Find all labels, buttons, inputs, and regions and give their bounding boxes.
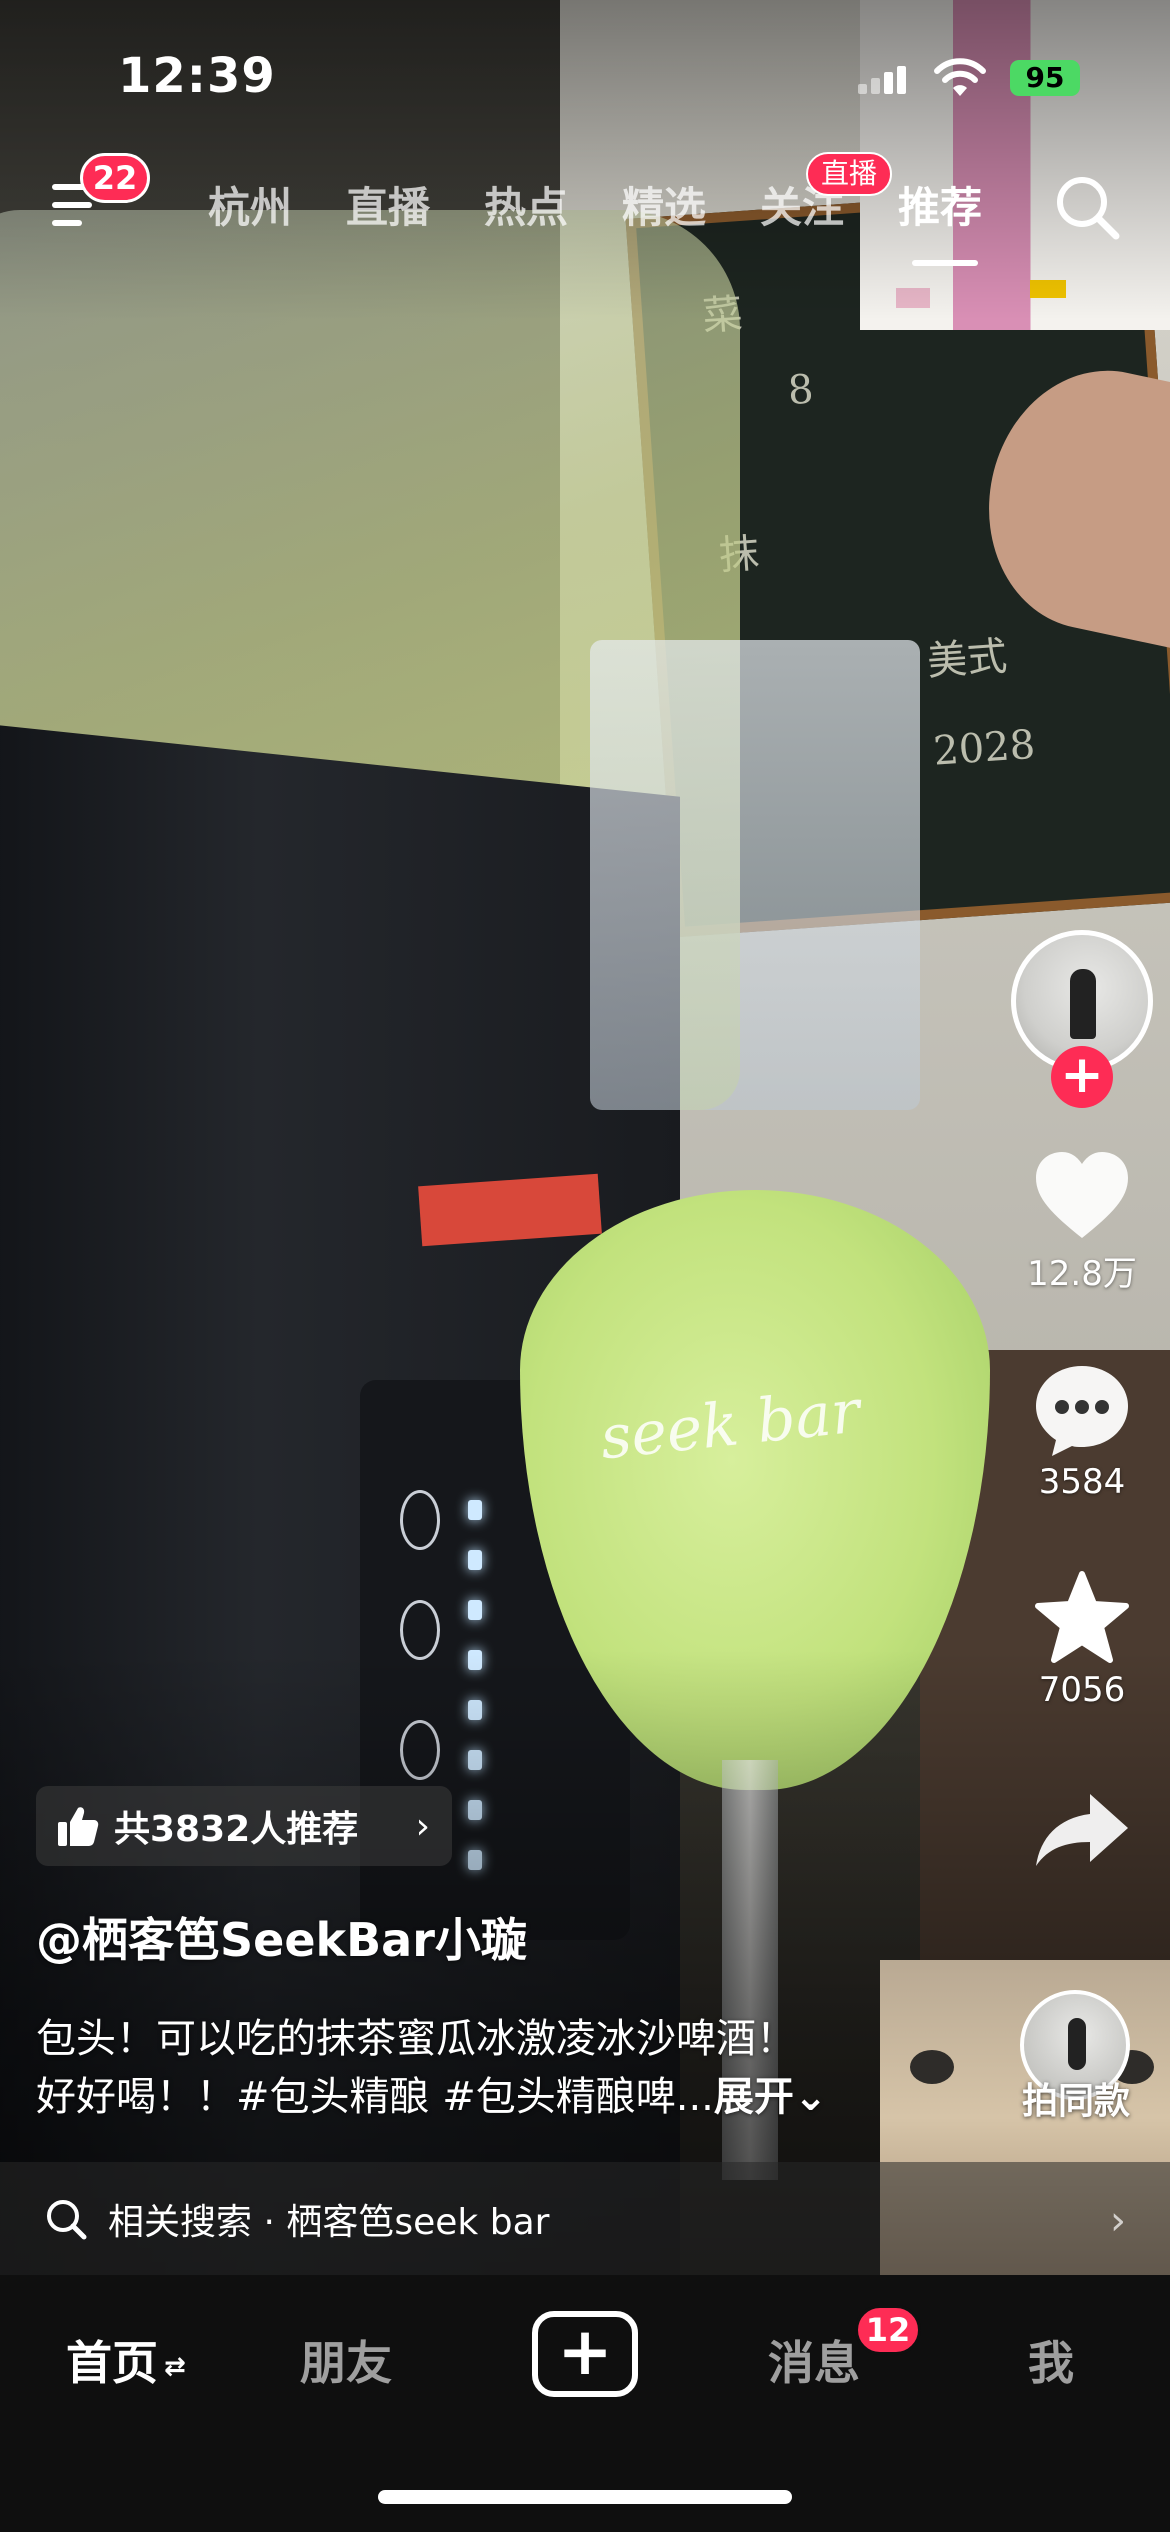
related-search-prefix: 相关搜索 [108, 2201, 253, 2243]
comment-button[interactable]: 3584 [1012, 1362, 1152, 1502]
active-tab-indicator [912, 260, 978, 266]
machine-button [400, 1490, 440, 1550]
related-search-bar[interactable]: 相关搜索 · 栖客笆seek bar › [0, 2162, 1170, 2275]
home-indicator [378, 2490, 792, 2504]
shoot-same-label: 拍同款 [1021, 2081, 1130, 2122]
battery-level: 95 [1025, 61, 1065, 94]
related-search-dot: · [263, 2201, 275, 2243]
share-icon [1036, 1794, 1128, 1866]
tab-hangzhou[interactable]: 杭州 [208, 174, 292, 235]
like-count: 12.8万 [1027, 1254, 1137, 1294]
favorite-button[interactable]: 7056 [1012, 1570, 1152, 1710]
tab-home-label: 首页 [66, 2336, 158, 2390]
comment-icon [1036, 1366, 1128, 1456]
tab-recommended[interactable]: 推荐 [898, 174, 982, 235]
tab-home[interactable]: 首页 ⇄ [66, 2327, 186, 2393]
recommend-count-text: 共3832人推荐 [114, 1809, 359, 1850]
description-line-2: 好好喝！！#包头精酿 #包头精酿啤... [36, 2074, 714, 2120]
share-button[interactable] [1012, 1790, 1152, 1870]
machine-led [468, 1600, 482, 1620]
create-button[interactable]: + [532, 2311, 638, 2397]
status-time: 12:39 [118, 48, 276, 104]
menu-notification-badge: 22 [80, 153, 150, 203]
tab-friends[interactable]: 朋友 [300, 2327, 392, 2393]
chevron-right-icon: › [415, 1806, 430, 1847]
machine-spout [590, 640, 920, 1110]
tab-messages[interactable]: 消息 [768, 2327, 860, 2393]
tab-me[interactable]: 我 [1028, 2327, 1074, 2393]
expand-link[interactable]: 展开 [714, 2074, 794, 2120]
tab-hot[interactable]: 热点 [484, 174, 568, 235]
like-button[interactable]: 12.8万 [1012, 1150, 1152, 1295]
status-bar: 12:39 95 [0, 0, 1170, 150]
search-icon [47, 2199, 87, 2239]
recommend-pill[interactable]: 共3832人推荐 › [36, 1786, 452, 1866]
comment-count: 3584 [1038, 1462, 1126, 1502]
thumbs-up-icon [58, 1807, 99, 1846]
search-icon[interactable] [1052, 172, 1124, 244]
swap-icon: ⇄ [164, 2351, 186, 2382]
chevron-right-icon: › [1110, 2198, 1126, 2244]
battery-icon: 95 [1010, 60, 1080, 96]
machine-label [418, 1173, 602, 1247]
live-badge: 直播 [806, 152, 892, 196]
tab-featured[interactable]: 精选 [622, 174, 706, 235]
star-icon [1035, 1571, 1129, 1663]
machine-led [468, 1500, 482, 1520]
wifi-icon [934, 58, 986, 96]
author-name[interactable]: @栖客笆SeekBar小璇 [36, 1904, 527, 1970]
follow-plus-button[interactable]: + [1051, 1046, 1113, 1108]
tab-live[interactable]: 直播 [346, 174, 430, 235]
heart-icon [1036, 1152, 1128, 1238]
chevron-down-icon: ⌄ [793, 2074, 828, 2120]
related-search-text: 相关搜索 · 栖客笆seek bar [108, 2193, 549, 2245]
machine-led [468, 1550, 482, 1570]
messages-badge: 12 [855, 2305, 921, 2355]
video-description[interactable]: 包头！可以吃的抹茶蜜瓜冰激凌冰沙啤酒！ 好好喝！！#包头精酿 #包头精酿啤...… [36, 2010, 896, 2126]
description-line-1: 包头！可以吃的抹茶蜜瓜冰激凌冰沙啤酒！ [36, 2016, 796, 2062]
related-search-query: 栖客笆seek bar [286, 2201, 550, 2243]
favorite-count: 7056 [1038, 1670, 1126, 1710]
signal-icon [858, 66, 906, 94]
